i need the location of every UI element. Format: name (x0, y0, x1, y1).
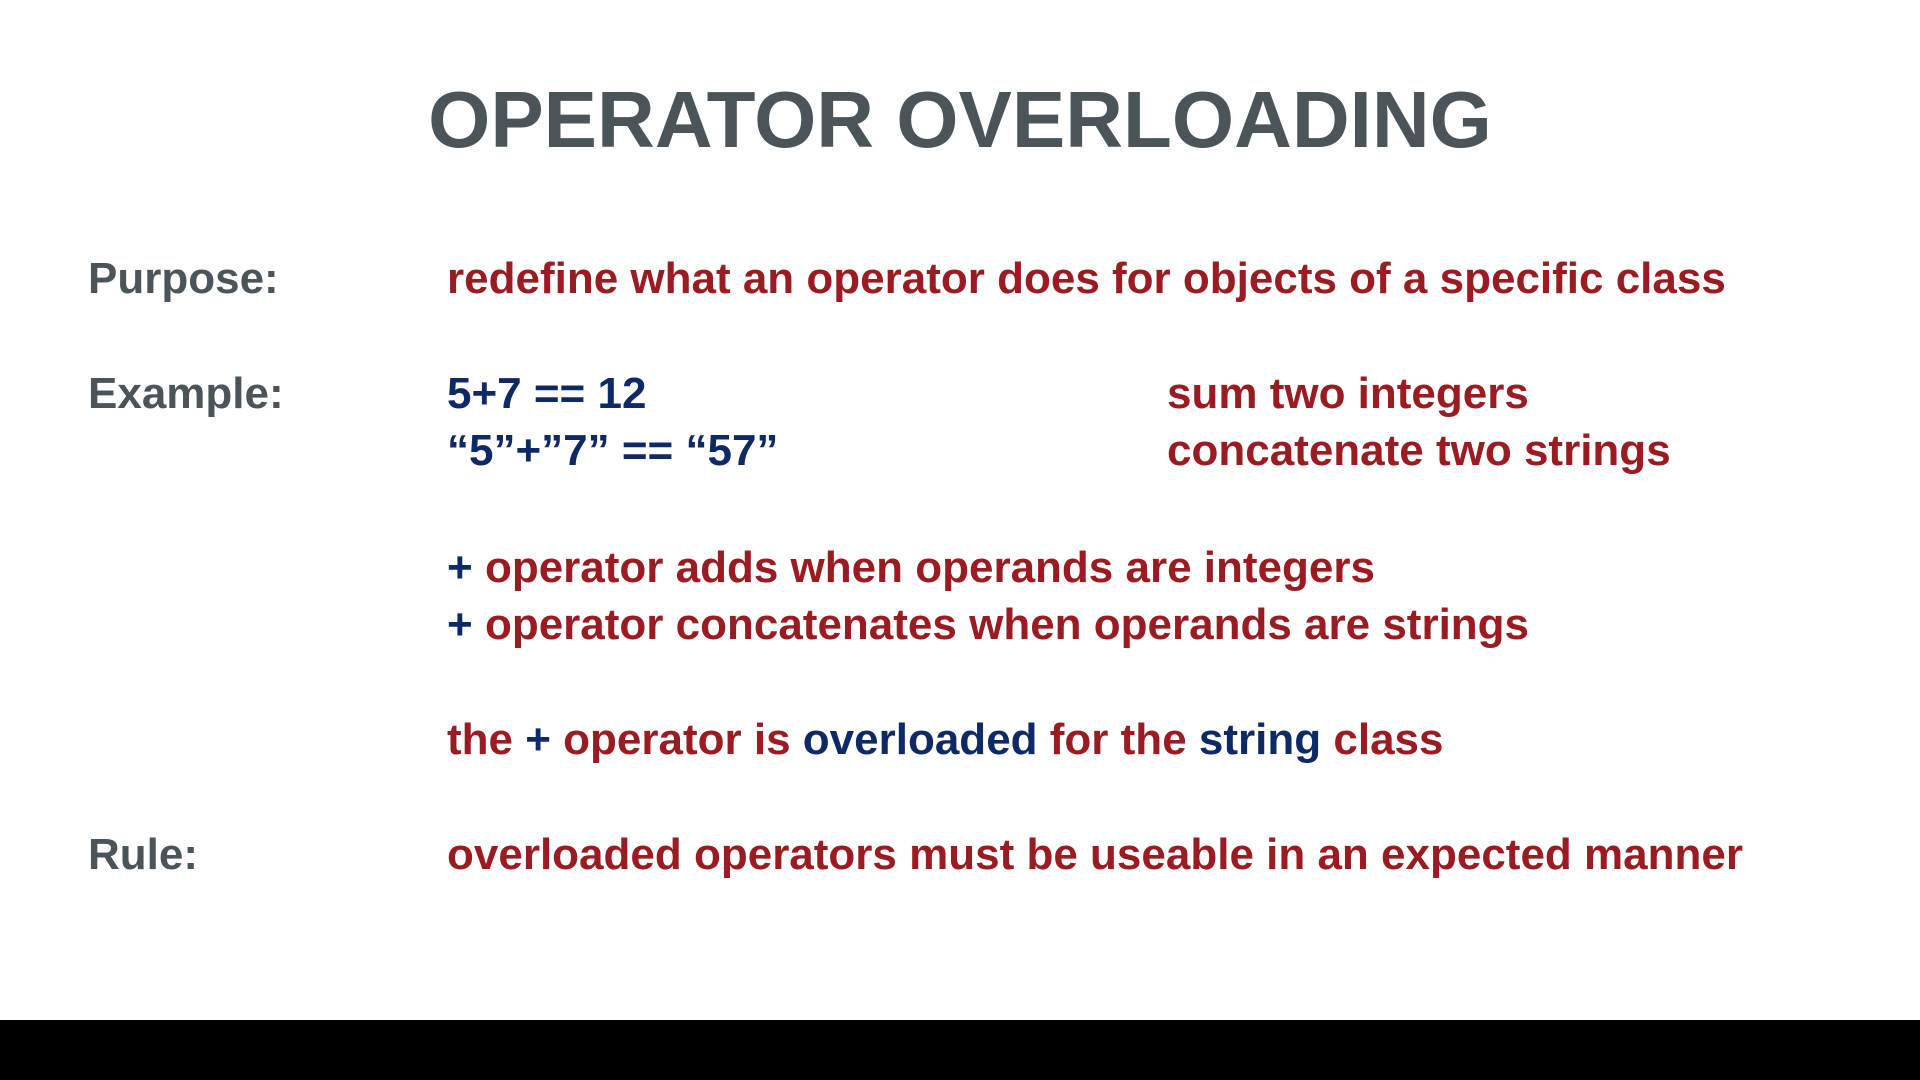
rule-label: Rule: (88, 830, 198, 879)
conclusion-part3: for the (1049, 715, 1187, 764)
conclusion: the + operator is overloaded for the str… (447, 713, 1443, 767)
bottom-bar (0, 1020, 1920, 1080)
example-desc-2: concatenate two strings (1167, 426, 1671, 475)
note-1-operator: + (447, 543, 473, 592)
slide: OPERATOR OVERLOADING Purpose: redefine w… (0, 0, 1920, 1020)
purpose-label: Purpose: (88, 254, 279, 303)
example-code-2: “5”+”7” == “57” (447, 426, 779, 475)
conclusion-part1: the (447, 715, 513, 764)
note-1: + operator adds when operands are intege… (447, 541, 1375, 595)
note-2-operator: + (447, 600, 473, 649)
conclusion-part2: operator is (563, 715, 791, 764)
note-1-text: operator adds when operands are integers (484, 543, 1375, 592)
note-2: + operator concatenates when operands ar… (447, 598, 1529, 652)
example-code-1: 5+7 == 12 (447, 369, 647, 418)
rule-text: overloaded operators must be useable in … (447, 830, 1743, 879)
purpose-text: redefine what an operator does for objec… (447, 254, 1726, 303)
note-2-text: operator concatenates when operands are … (484, 600, 1530, 649)
example-label: Example: (88, 369, 284, 418)
conclusion-operator: + (525, 715, 551, 764)
slide-title: OPERATOR OVERLOADING (428, 75, 1492, 164)
conclusion-keyword-overloaded: overloaded (802, 715, 1038, 764)
conclusion-keyword-string: string (1198, 715, 1322, 764)
example-desc-1: sum two integers (1167, 369, 1529, 418)
conclusion-part4: class (1333, 715, 1444, 764)
